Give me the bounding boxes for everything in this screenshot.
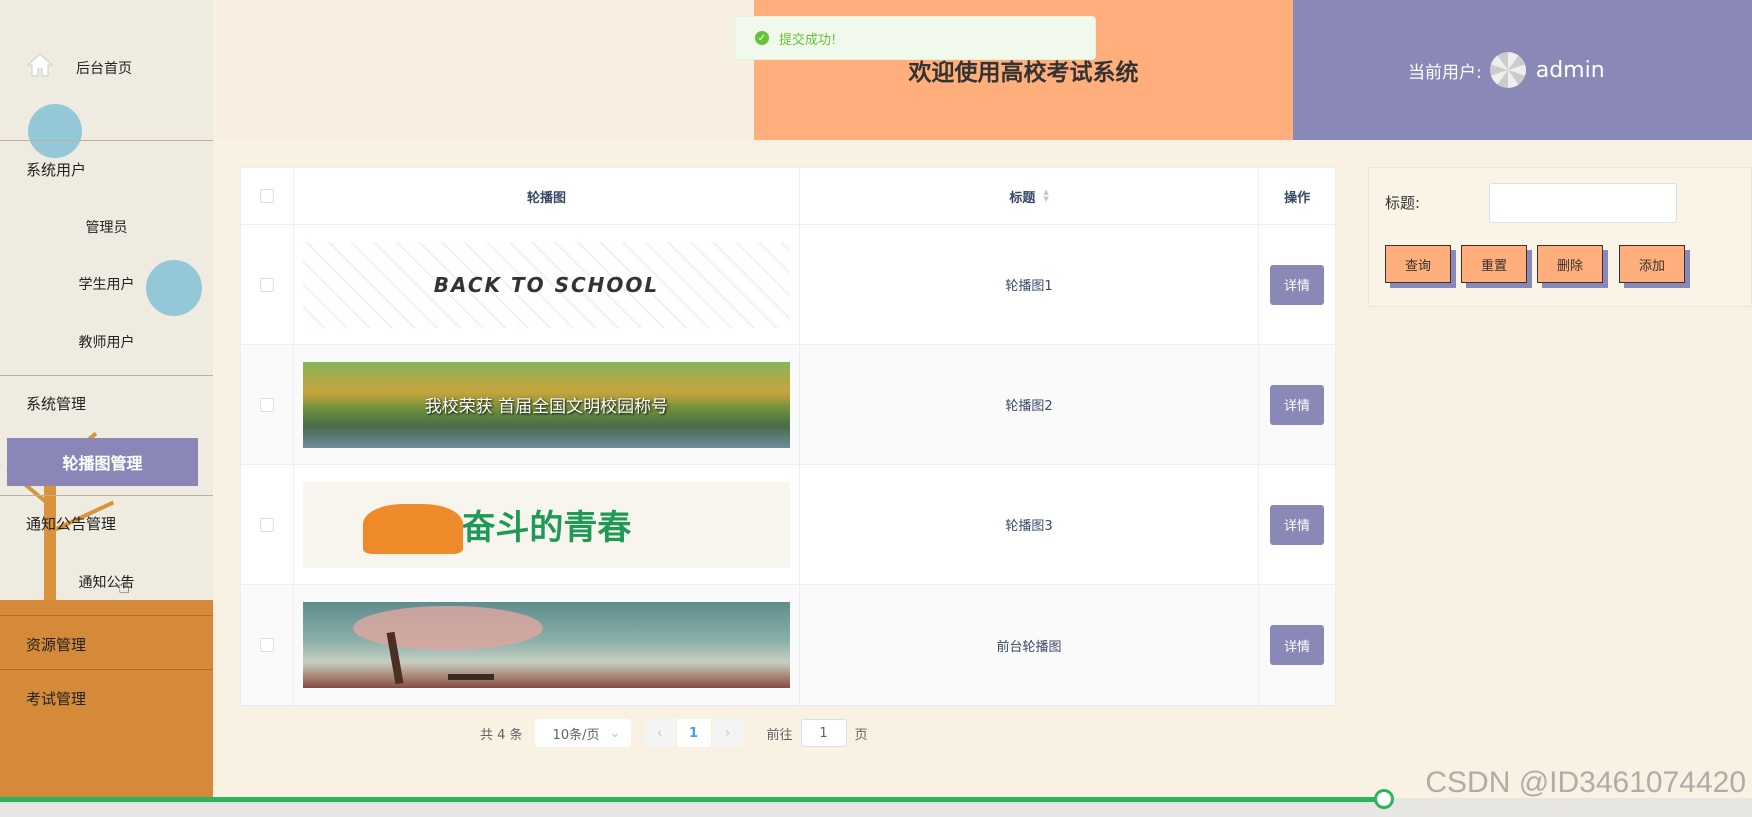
detail-button[interactable]: 详情 (1270, 264, 1325, 305)
table-header: 轮播图 标题 ▲ ▼ 操作 (241, 168, 1335, 225)
check-circle-icon: ✓ (755, 31, 769, 45)
chevron-left-icon: ‹ (656, 725, 663, 741)
row-checkbox[interactable] (259, 517, 274, 532)
sidebar-divider (0, 140, 213, 141)
people-figure-decoration (362, 503, 463, 554)
row-checkbox[interactable] (259, 397, 274, 412)
select-all-cell (241, 168, 294, 224)
title-cell: 轮播图1 (800, 225, 1260, 344)
banner-text: 奋斗的青春 (461, 508, 632, 548)
sidebar-divider (0, 669, 213, 670)
sort-icon[interactable]: ▲ ▼ (1043, 189, 1048, 203)
banner-cell: 我校荣获 首届全国文明校园称号 (294, 345, 800, 464)
page-number-current[interactable]: 1 (676, 719, 711, 747)
action-cell: 详情 (1259, 465, 1335, 584)
banner-image: 我校荣获 首届全国文明校园称号 (302, 361, 790, 448)
banner-text: BACK TO SCHOOL (433, 272, 660, 297)
column-header-title[interactable]: 标题 ▲ ▼ (800, 168, 1260, 224)
page-suffix: 页 (854, 727, 868, 743)
banner-image (302, 602, 790, 688)
detail-button[interactable]: 详情 (1270, 384, 1325, 425)
hand-cursor-icon: ☝ (118, 574, 131, 598)
title-filter-input[interactable] (1489, 183, 1677, 223)
banner-cell: BACK TO SCHOOL (294, 225, 800, 344)
banner-cell: 奋斗的青春 (294, 465, 800, 584)
sidebar-divider (0, 375, 213, 376)
progress-bar[interactable] (0, 797, 1384, 802)
row-checkbox[interactable] (259, 277, 274, 292)
action-cell: 详情 (1259, 585, 1335, 705)
add-button[interactable]: 添加 (1619, 245, 1685, 283)
table-row: BACK TO SCHOOL 轮播图1 详情 (241, 225, 1335, 345)
title-cell: 轮播图3 (800, 465, 1260, 584)
row-checkbox[interactable] (259, 638, 274, 652)
sidebar: 后台首页 系统用户 管理员 学生用户 教师用户 系统管理 轮播图管理 通知公告管… (0, 0, 213, 817)
column-header-title-label: 标题 (1009, 190, 1036, 206)
sidebar-group-resource[interactable]: 资源管理 (0, 631, 213, 657)
sidebar-group-users[interactable]: 系统用户 (0, 156, 213, 182)
banner-image: 奋斗的青春 (302, 481, 790, 568)
user-info: 当前用户: admin (1293, 0, 1752, 140)
reset-button[interactable]: 重置 (1461, 245, 1527, 283)
page-size-select[interactable]: 10条/页 ⌄ (534, 719, 631, 747)
sidebar-item-admin[interactable]: 管理员 (0, 215, 213, 239)
sidebar-item-carousel-management[interactable]: 轮播图管理 (7, 438, 198, 486)
goto-label: 前往 (766, 727, 793, 743)
banner-text: 我校荣获 首届全国文明校园称号 (424, 397, 669, 417)
sidebar-divider (0, 615, 213, 616)
action-cell: 详情 (1259, 345, 1335, 464)
sidebar-divider (0, 495, 213, 496)
sidebar-item-teacher[interactable]: 教师用户 (0, 330, 213, 354)
sidebar-group-notice[interactable]: 通知公告管理 (0, 510, 213, 536)
row-checkbox-cell (241, 465, 294, 584)
action-cell: 详情 (1259, 225, 1335, 344)
row-checkbox-cell (241, 345, 294, 464)
query-button[interactable]: 查询 (1385, 245, 1451, 283)
sidebar-group-exam[interactable]: 考试管理 (0, 685, 213, 711)
row-checkbox-cell (241, 585, 294, 705)
avatar[interactable] (1489, 52, 1526, 88)
username[interactable]: admin (1536, 58, 1605, 83)
banner-image: BACK TO SCHOOL (302, 241, 790, 328)
search-panel: 标题: 查询 重置 删除 添加 (1368, 167, 1752, 307)
detail-button[interactable]: 详情 (1270, 625, 1325, 665)
title-cell: 轮播图2 (800, 345, 1260, 464)
row-checkbox-cell (241, 225, 294, 344)
toast-message: 提交成功! (779, 32, 837, 48)
success-toast: ✓ 提交成功! (734, 16, 1096, 60)
watermark: CSDN @ID3461074420 (1425, 766, 1746, 799)
carousel-table: 轮播图 标题 ▲ ▼ 操作 BACK TO SCHOOL 轮播图1 详情 我校荣获… (240, 167, 1336, 706)
column-header-image: 轮播图 (294, 168, 800, 224)
page-size-value: 10条/页 (552, 727, 600, 743)
current-user-label: 当前用户: (1408, 62, 1482, 83)
table-row: 前台轮播图 详情 (241, 585, 1335, 705)
table-row: 奋斗的青春 轮播图3 详情 (241, 465, 1335, 585)
tree-decoration (352, 606, 543, 650)
progress-handle[interactable] (1374, 789, 1394, 809)
bench-decoration (447, 674, 494, 680)
prev-page-button[interactable]: ‹ (644, 719, 675, 747)
header-left (213, 0, 754, 140)
goto-page-input[interactable]: 1 (800, 719, 847, 747)
pagination-total: 共 4 条 (480, 727, 523, 743)
sidebar-group-system[interactable]: 系统管理 (0, 390, 213, 416)
sidebar-item-student[interactable]: 学生用户 (0, 272, 213, 296)
delete-button[interactable]: 删除 (1537, 245, 1603, 283)
select-all-checkbox[interactable] (259, 189, 274, 203)
title-filter-label: 标题: (1385, 194, 1421, 212)
sidebar-item-home[interactable]: 后台首页 (0, 56, 213, 80)
sidebar-item-notice[interactable]: 通知公告 (0, 570, 213, 594)
detail-button[interactable]: 详情 (1270, 504, 1325, 545)
column-header-action: 操作 (1284, 190, 1311, 206)
table-row: 我校荣获 首届全国文明校园称号 轮播图2 详情 (241, 345, 1335, 465)
title-cell: 前台轮播图 (800, 585, 1260, 705)
cloud-decoration (28, 104, 82, 158)
chevron-right-icon: › (724, 725, 731, 741)
chevron-down-icon: ⌄ (609, 725, 621, 741)
pagination: 共 4 条 10条/页 ⌄ ‹ 1 › 前往 1 页 (480, 719, 868, 747)
banner-cell (294, 585, 800, 705)
next-page-button[interactable]: › (712, 719, 743, 747)
